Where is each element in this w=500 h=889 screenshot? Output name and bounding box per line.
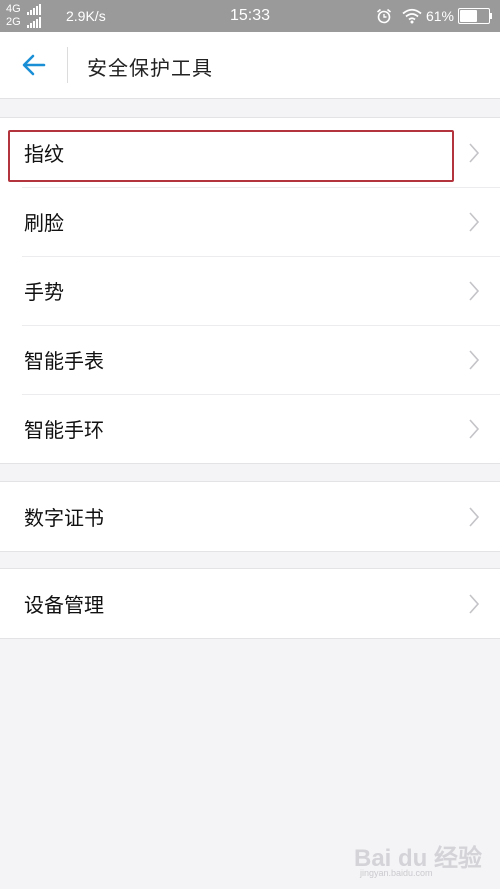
header-divider: [67, 47, 68, 83]
wifi-icon: [402, 8, 422, 24]
item-label: 智能手表: [24, 349, 104, 373]
chevron-right-icon: [469, 594, 480, 614]
battery-percent: 61%: [425, 8, 454, 24]
chevron-right-icon: [469, 143, 480, 163]
item-label: 手势: [24, 280, 64, 304]
device-group: 设备管理: [0, 568, 500, 639]
list-item-gesture[interactable]: 手势: [0, 256, 500, 325]
chevron-right-icon: [469, 212, 480, 232]
battery-icon: [458, 8, 492, 24]
item-label: 指纹: [24, 142, 64, 166]
list-item-fingerprint[interactable]: 指纹: [0, 118, 500, 187]
security-methods-group: 指纹 刷脸 手势 智能手表 智能手环: [0, 117, 500, 464]
back-button[interactable]: [14, 51, 54, 79]
chevron-right-icon: [469, 281, 480, 301]
app-header: 安全保护工具: [0, 32, 500, 99]
item-label: 设备管理: [24, 593, 104, 617]
item-label: 智能手环: [24, 418, 104, 442]
list-item-device-management[interactable]: 设备管理: [0, 569, 500, 638]
status-bar: 4G 2G 2.9K/s 15:33 61%: [0, 0, 500, 32]
item-label: 数字证书: [24, 506, 104, 530]
chevron-right-icon: [469, 350, 480, 370]
chevron-right-icon: [469, 507, 480, 527]
certificate-group: 数字证书: [0, 481, 500, 552]
arrow-left-icon: [22, 54, 46, 76]
list-item-smartwatch[interactable]: 智能手表: [0, 325, 500, 394]
list-item-face[interactable]: 刷脸: [0, 187, 500, 256]
page-title: 安全保护工具: [87, 56, 213, 80]
watermark: Bai du 经验 jingyan.baidu.com: [354, 838, 494, 884]
list-item-digital-certificate[interactable]: 数字证书: [0, 482, 500, 551]
alarm-icon: [376, 8, 391, 24]
list-item-smartband[interactable]: 智能手环: [0, 394, 500, 463]
chevron-right-icon: [469, 419, 480, 439]
watermark-url: jingyan.baidu.com: [360, 868, 433, 878]
item-label: 刷脸: [24, 211, 64, 235]
